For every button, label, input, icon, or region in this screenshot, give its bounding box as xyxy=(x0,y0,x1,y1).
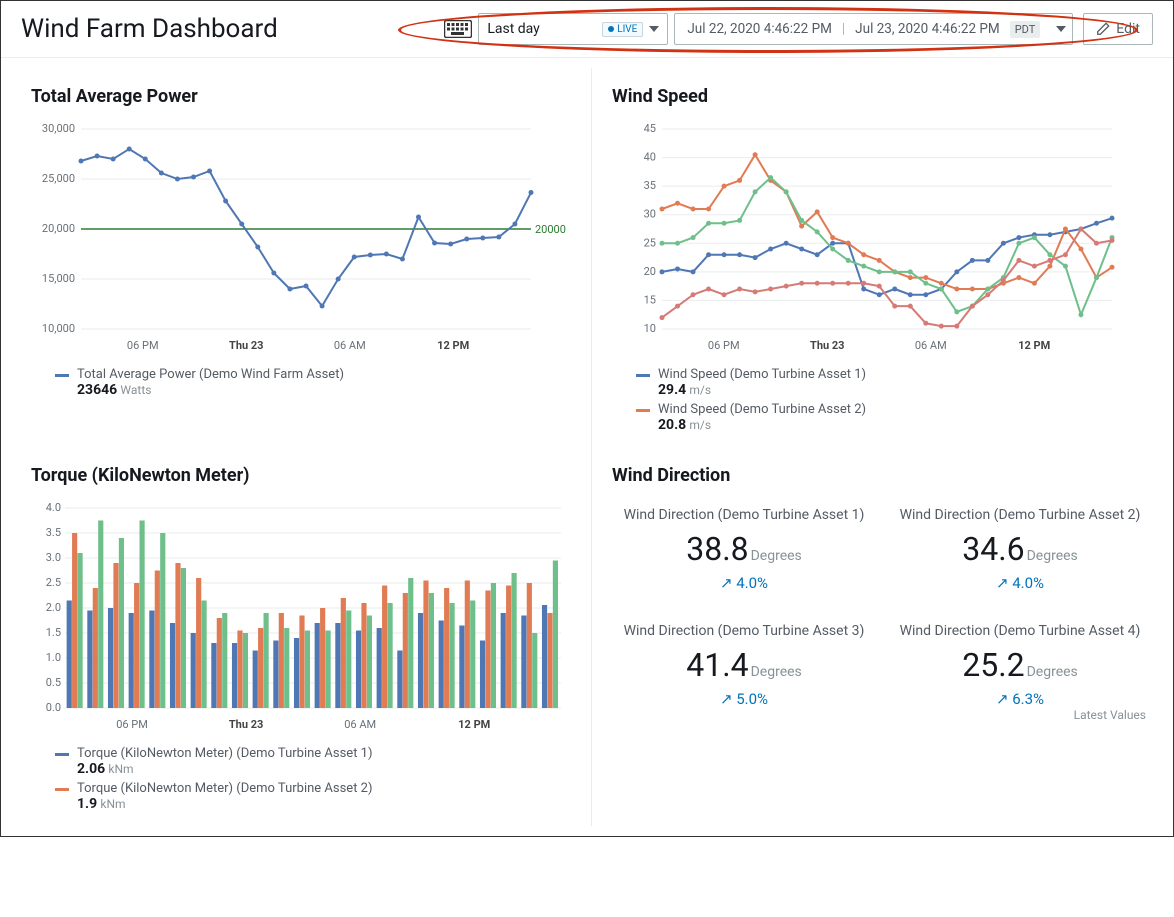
svg-text:20000: 20000 xyxy=(535,223,566,236)
svg-text:2.0: 2.0 xyxy=(46,601,61,614)
svg-text:Thu 23: Thu 23 xyxy=(810,339,845,352)
edit-icon xyxy=(1096,22,1110,36)
panel-title: Torque (KiloNewton Meter) xyxy=(31,465,571,486)
svg-text:10: 10 xyxy=(644,322,656,335)
kpi-card: Wind Direction (Demo Turbine Asset 2)34.… xyxy=(892,506,1148,592)
panel-title: Total Average Power xyxy=(31,86,571,107)
svg-text:06 PM: 06 PM xyxy=(127,339,159,352)
svg-text:Thu 23: Thu 23 xyxy=(229,718,264,731)
torque-chart[interactable]: 0.0 0.5 1.0 1.5 2.0 2.5 3.0 3.5 4.0 06 PM Thu 23 06… xyxy=(31,498,571,738)
svg-text:06 PM: 06 PM xyxy=(708,339,740,352)
legend-item: Torque (KiloNewton Meter) (Demo Turbine … xyxy=(55,781,571,812)
time-range-dropdown[interactable]: Last day LIVE xyxy=(478,13,668,45)
svg-text:25,000: 25,000 xyxy=(42,172,75,185)
svg-text:12 PM: 12 PM xyxy=(437,339,469,352)
svg-text:Thu 23: Thu 23 xyxy=(229,339,264,352)
svg-text:15: 15 xyxy=(644,293,656,306)
kpi-card: Wind Direction (Demo Turbine Asset 1)38.… xyxy=(616,506,872,592)
svg-text:40: 40 xyxy=(644,151,656,164)
legend-item: Wind Speed (Demo Turbine Asset 2)20.8 m/… xyxy=(636,402,1152,433)
page-title: Wind Farm Dashboard xyxy=(21,14,278,44)
svg-text:35: 35 xyxy=(644,179,656,192)
timezone-badge: PDT xyxy=(1010,21,1041,38)
live-badge: LIVE xyxy=(602,22,643,37)
svg-text:10,000: 10,000 xyxy=(42,322,75,335)
edit-button[interactable]: Edit xyxy=(1083,13,1153,45)
keyboard-icon[interactable] xyxy=(444,20,472,38)
panel-total-power: Total Average Power 10,000 15,000 20,000 25… xyxy=(11,68,592,447)
legend-item: Wind Speed (Demo Turbine Asset 1)29.4 m/… xyxy=(636,367,1152,398)
svg-text:12 PM: 12 PM xyxy=(458,718,490,731)
arrow-up-icon: ↗ xyxy=(720,690,733,708)
date-range-picker[interactable]: Jul 22, 2020 4:46:22 PM | Jul 23, 2020 4… xyxy=(674,13,1073,45)
svg-text:2.5: 2.5 xyxy=(46,576,61,589)
start-time: Jul 22, 2020 4:46:22 PM xyxy=(687,21,832,37)
chevron-down-icon xyxy=(1056,26,1066,32)
total-power-chart[interactable]: 10,000 15,000 20,000 25,000 30,000 20000 06 PM… xyxy=(31,119,571,359)
svg-text:0.5: 0.5 xyxy=(46,676,61,689)
legend-item: Total Average Power (Demo Wind Farm Asse… xyxy=(55,367,571,398)
end-time: Jul 23, 2020 4:46:22 PM xyxy=(855,21,1000,37)
svg-text:25: 25 xyxy=(644,236,656,249)
svg-text:4.0: 4.0 xyxy=(46,501,61,514)
svg-text:15,000: 15,000 xyxy=(42,272,75,285)
svg-text:06 PM: 06 PM xyxy=(116,718,148,731)
svg-text:1.0: 1.0 xyxy=(46,651,61,664)
kpi-card: Wind Direction (Demo Turbine Asset 4)25.… xyxy=(892,622,1148,708)
panel-wind-direction: Wind Direction Wind Direction (Demo Turb… xyxy=(592,447,1172,826)
latest-values-label: Latest Values xyxy=(612,708,1152,722)
arrow-up-icon: ↗ xyxy=(996,574,1009,592)
chevron-down-icon xyxy=(649,26,659,32)
svg-text:20: 20 xyxy=(644,265,656,278)
svg-text:0.0: 0.0 xyxy=(46,701,61,714)
time-controls: Last day LIVE Jul 22, 2020 4:46:22 PM | … xyxy=(444,13,1073,45)
svg-text:12 PM: 12 PM xyxy=(1018,339,1050,352)
range-label: Last day xyxy=(487,21,539,37)
arrow-up-icon: ↗ xyxy=(996,690,1009,708)
svg-text:30,000: 30,000 xyxy=(42,122,75,135)
svg-text:3.5: 3.5 xyxy=(46,526,61,539)
svg-text:06 AM: 06 AM xyxy=(344,718,376,731)
wind-speed-chart[interactable]: 10 15 20 25 30 35 40 45 06 PM Thu 23 06 AM 12 PM xyxy=(612,119,1152,359)
svg-text:20,000: 20,000 xyxy=(42,222,75,235)
arrow-up-icon: ↗ xyxy=(720,574,733,592)
svg-text:06 AM: 06 AM xyxy=(334,339,366,352)
svg-text:06 AM: 06 AM xyxy=(915,339,947,352)
svg-text:3.0: 3.0 xyxy=(46,551,61,564)
panel-title: Wind Speed xyxy=(612,86,1152,107)
panel-wind-speed: Wind Speed 10 15 20 25 30 35 40 45 06 PM Thu 23 06… xyxy=(592,68,1172,447)
svg-text:1.5: 1.5 xyxy=(46,626,61,639)
svg-text:30: 30 xyxy=(644,208,656,221)
header-bar: Wind Farm Dashboard Last day LIVE Jul 22… xyxy=(1,1,1173,57)
panel-torque: Torque (KiloNewton Meter) 0.0 0.5 1.0 1.5 2.… xyxy=(11,447,592,826)
legend-item: Torque (KiloNewton Meter) (Demo Turbine … xyxy=(55,746,571,777)
panel-title: Wind Direction xyxy=(612,465,1152,486)
kpi-card: Wind Direction (Demo Turbine Asset 3)41.… xyxy=(616,622,872,708)
svg-text:45: 45 xyxy=(644,122,656,135)
